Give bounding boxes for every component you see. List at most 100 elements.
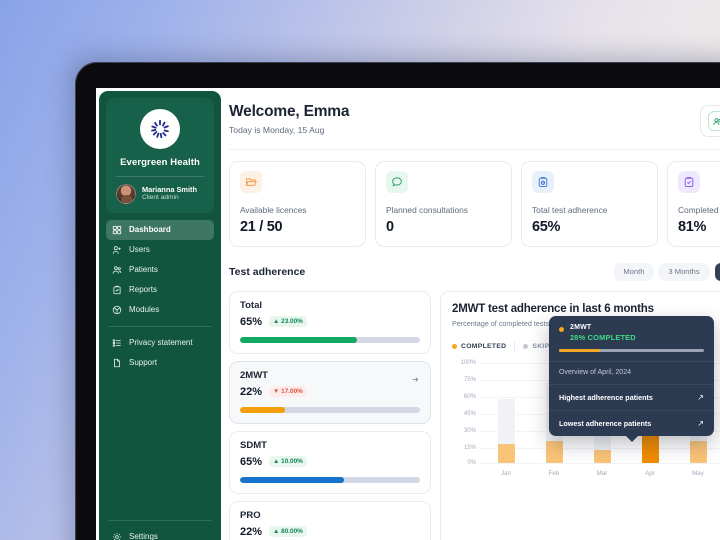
- grid-icon: [112, 225, 122, 235]
- primary-nav: Dashboard Users Patients Reports Modules: [99, 213, 221, 320]
- x-axis-label: Mar: [596, 469, 608, 477]
- section-title: Test adherence: [229, 265, 306, 278]
- sidebar-item-label: Patients: [129, 265, 158, 274]
- stat-card-total-test-adherence[interactable]: Total test adherence 65%: [521, 161, 658, 247]
- bar-group-jan[interactable]: [482, 357, 530, 463]
- metric-cards: Total 65% ▲ 23.00% 2MWT 22% ▼ 17.00% SDM…: [229, 290, 431, 540]
- profile-role: Client admin: [142, 194, 179, 202]
- stat-label: Available licences: [240, 205, 307, 215]
- sidebar-item-label: Settings: [129, 532, 158, 540]
- clipboard-icon: [113, 285, 121, 295]
- divider: [116, 176, 204, 177]
- tooltip-link-label: Highest adherence patients: [559, 392, 653, 402]
- divider: [108, 326, 212, 327]
- x-axis-label: Feb: [548, 469, 560, 477]
- metric-name: SDMT: [240, 439, 267, 451]
- tooltip-progress-track: [559, 348, 704, 352]
- file-icon: [114, 358, 120, 368]
- app-screen: Evergreen Health Marianna Smith Client a…: [96, 88, 720, 540]
- metric-change-badge: ▼ 17.00%: [269, 385, 307, 398]
- metric-card-2mwt[interactable]: 2MWT 22% ▼ 17.00%: [229, 360, 431, 424]
- tooltip-link-lowest-adherence[interactable]: Lowest adherence patients ↗: [549, 409, 714, 436]
- page-header: Welcome, Emma Today is Monday, 15 Aug Al…: [221, 88, 720, 137]
- tooltip-link-label: Lowest adherence patients: [559, 418, 652, 428]
- sidebar-item-label: Dashboard: [129, 225, 171, 234]
- chart-tooltip: 2MWT 28% COMPLETED Overview of April, 20…: [549, 315, 714, 442]
- profile-name: Marianna Smith: [142, 185, 198, 195]
- x-axis-label: Apr: [645, 469, 655, 477]
- metric-card-pro[interactable]: PRO 22% ▲ 80.00%: [229, 500, 431, 540]
- y-axis-label: 15%: [463, 444, 476, 451]
- arrow-right-icon[interactable]: [411, 371, 420, 389]
- page-title: Welcome, Emma: [229, 103, 350, 120]
- brand-name: Evergreen Health: [120, 157, 200, 168]
- tab-3-months[interactable]: 3 Months: [659, 263, 709, 281]
- legend-dot-icon: [523, 343, 529, 349]
- y-axis-label: 75%: [463, 376, 476, 383]
- clipboard-check-icon: [678, 171, 700, 193]
- chat-bubble-icon: [386, 171, 408, 193]
- stat-value: 21 / 50: [240, 219, 283, 235]
- sidebar-item-support[interactable]: Support: [106, 353, 214, 373]
- metric-percent: 22%: [240, 385, 263, 398]
- stat-value: 65%: [532, 219, 561, 235]
- nav-spacer: [99, 373, 224, 514]
- stat-card-completed-tests[interactable]: Completed tests 81%: [667, 161, 720, 247]
- avatar: [116, 184, 136, 204]
- metric-name: 2MWT: [240, 369, 268, 381]
- all-members-badge[interactable]: All members 7 total: [699, 105, 720, 137]
- folder-open-icon: [240, 171, 262, 193]
- tooltip-summary: 2MWT 28% COMPLETED: [549, 316, 714, 361]
- secondary-nav: Privacy statement Support: [99, 333, 221, 373]
- metric-card-total[interactable]: Total 65% ▲ 23.00%: [229, 290, 431, 354]
- tab-6-months[interactable]: 6 Months: [714, 263, 720, 281]
- stat-label: Planned consultations: [386, 205, 468, 215]
- stat-value: 0: [386, 219, 394, 235]
- sidebar-item-settings[interactable]: Settings: [106, 527, 214, 540]
- external-link-icon: ↗: [697, 392, 704, 402]
- sidebar-item-label: Privacy statement: [129, 338, 193, 347]
- stat-cards: Available licences 21 / 50 Planned consu…: [221, 150, 720, 247]
- device-frame: Evergreen Health Marianna Smith Client a…: [75, 62, 720, 540]
- y-axis-label: 0%: [467, 459, 476, 466]
- list-icon: [112, 339, 121, 347]
- stat-card-available-licences[interactable]: Available licences 21 / 50: [229, 161, 366, 247]
- metric-percent: 22%: [240, 525, 263, 538]
- y-axis-label: 45%: [463, 410, 476, 417]
- bottom-nav: Settings: [99, 527, 221, 540]
- metric-progress-fill: [240, 336, 357, 343]
- sidebar-item-label: Users: [129, 245, 150, 254]
- sunburst-logo-icon: [140, 109, 180, 149]
- tooltip-overview: Overview of April, 2024: [549, 360, 714, 384]
- chart-title: 2MWT test adherence in last 6 months: [452, 302, 654, 315]
- stat-label: Completed tests: [678, 205, 720, 215]
- y-axis-label: 100%: [460, 359, 476, 366]
- tooltip-link-highest-adherence[interactable]: Highest adherence patients ↗: [549, 383, 714, 410]
- tooltip-pointer: [625, 435, 638, 442]
- users-icon: [112, 266, 122, 274]
- tooltip-progress-fill: [559, 348, 600, 352]
- sidebar-item-privacy-statement[interactable]: Privacy statement: [106, 333, 214, 353]
- tooltip-label: 2MWT: [570, 323, 592, 331]
- sidebar-item-modules[interactable]: Modules: [106, 300, 214, 320]
- sidebar-item-dashboard[interactable]: Dashboard: [106, 220, 214, 240]
- metric-name: PRO: [240, 509, 261, 521]
- legend-item-completed[interactable]: COMPLETED: [452, 343, 506, 350]
- page-subtitle: Today is Monday, 15 Aug: [229, 125, 325, 135]
- sidebar-item-patients[interactable]: Patients: [106, 260, 214, 280]
- y-axis-label: 30%: [463, 427, 476, 434]
- metric-progress-fill: [240, 406, 285, 413]
- stat-card-planned-consultations[interactable]: Planned consultations 0: [375, 161, 512, 247]
- metric-change-badge: ▲ 10.00%: [269, 455, 307, 468]
- sidebar-item-users[interactable]: Users: [106, 240, 214, 260]
- profile-card[interactable]: Marianna Smith Client admin: [114, 184, 206, 204]
- x-axis-label: Jan: [501, 469, 511, 477]
- sidebar-item-reports[interactable]: Reports: [106, 280, 214, 300]
- x-axis-labels: Jan Feb Mar Apr May Jun: [482, 470, 720, 477]
- tab-month[interactable]: Month: [614, 263, 654, 281]
- sidebar-item-label: Reports: [129, 285, 158, 294]
- tooltip-value: 28% COMPLETED: [570, 332, 636, 342]
- chart-card: 2MWT test adherence in last 6 months Per…: [440, 290, 720, 540]
- metric-card-sdmt[interactable]: SDMT 65% ▲ 10.00%: [229, 430, 431, 494]
- test-adherence-header: Test adherence Month 3 Months 6 Months: [221, 247, 720, 281]
